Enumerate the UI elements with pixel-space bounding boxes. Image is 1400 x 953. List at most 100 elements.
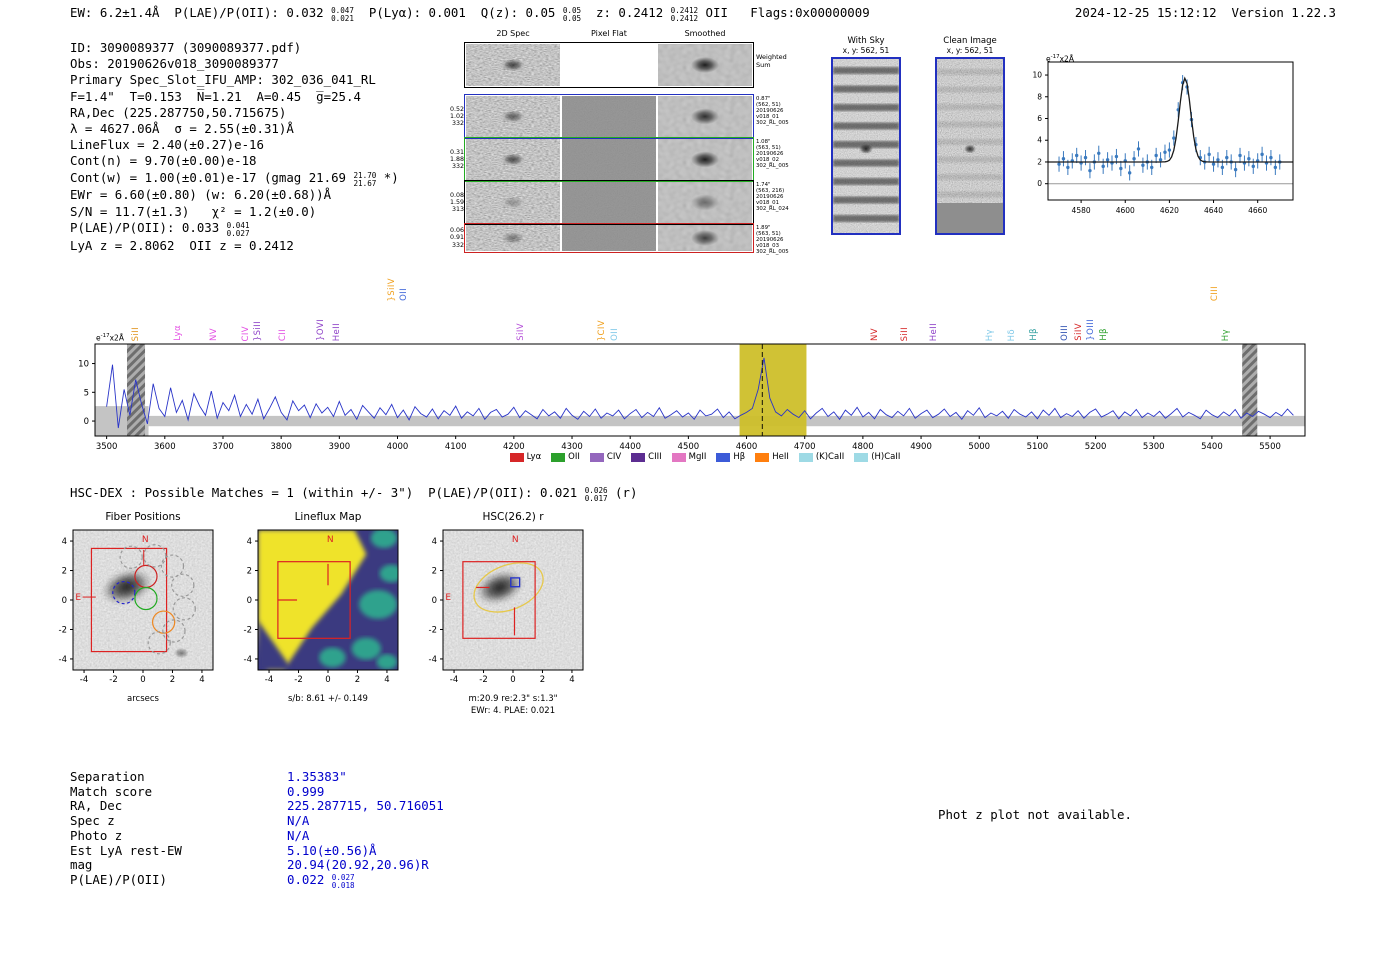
svg-text:6: 6 (1037, 114, 1042, 123)
hsc-cutout-title: HSC(26.2) r (482, 511, 544, 523)
emission-line-label: CIV (241, 325, 252, 341)
match-field-label: Match score (70, 783, 153, 799)
hi-lo-stack: 0.05 0.05 (562, 6, 582, 23)
text-segment: ID: 3090089377 (3090089377.pdf) (70, 40, 302, 55)
legend-swatch (551, 452, 566, 462)
text-segment: 0.999 (287, 783, 325, 799)
emission-line-label: }OVI (315, 319, 326, 341)
hsc-match-summary: HSC-DEX : Possible Matches = 1 (within +… (70, 485, 637, 503)
legend-item: (K)CaII (798, 452, 844, 462)
match-field-value: N/A (287, 813, 310, 829)
text-segment: Obs: 20190626v018_3090089377 (70, 56, 279, 72)
text-segment: N/A (287, 827, 310, 843)
info-line: LineFlux = 2.40(±0.27)e-16 (70, 137, 399, 153)
svg-text:2: 2 (355, 675, 360, 685)
svg-text:0: 0 (247, 596, 252, 606)
svg-text:3700: 3700 (212, 442, 234, 452)
legend-item: Hβ (716, 452, 745, 462)
svg-text:-4: -4 (450, 675, 458, 685)
text-segment: LineFlux = 2.40(±0.27)e-16 (70, 137, 264, 153)
legend-swatch (798, 452, 813, 462)
spec2d-cutout-grid: 2D Spec Pixel Flat Smoothed 0.52 1.02 332 0.87… (445, 28, 825, 258)
svg-text:4: 4 (569, 675, 574, 685)
svg-text:4000: 4000 (387, 442, 409, 452)
cutout-row-annotation: 1.08" (563, 51) 20190626 v018_02 302_RL_005 (756, 139, 789, 170)
lineflux-map-plot: N -4 -4 -2 -2 0 0 2 2 4 4 (244, 529, 399, 685)
svg-text:4640: 4640 (1204, 206, 1223, 215)
emission-line-labels: SiII Lyα NV CIV}SiII CII}OVI HeII}SiIV OII SiIV… (60, 255, 1350, 343)
text-segment: N/A (287, 813, 310, 829)
svg-text:4: 4 (1037, 136, 1042, 145)
svg-text:-2: -2 (479, 675, 487, 685)
svg-text:10: 10 (1032, 71, 1042, 80)
svg-text:0: 0 (140, 675, 145, 685)
svg-text:4600: 4600 (1116, 206, 1135, 215)
info-line: P(LAE)/P(OII): 0.033 0.041 0.027 (70, 220, 399, 238)
svg-text:4: 4 (62, 537, 67, 547)
emission-line-label: OII (399, 288, 410, 301)
emission-line-label: HeII (332, 322, 342, 341)
match-table-row: mag 20.94(20.92,20.96)R (70, 857, 444, 873)
hi-lo-stack: 0.041 0.027 (226, 220, 250, 238)
cutout-row-annotation: 1.89" (563, 51) 20190626 v018_03 302_RL_005 (756, 225, 789, 256)
svg-text:5100: 5100 (1027, 442, 1049, 452)
text-segment: S/N = 11.7(±1.3) χ² = 1.2(±0.0) (70, 203, 317, 219)
legend-item: CIV (589, 452, 621, 462)
cutout-row-border (464, 180, 754, 225)
emission-line-label: }CIV (597, 319, 608, 341)
match-field-label: mag (70, 857, 93, 873)
emission-line-label: SiII (899, 326, 910, 341)
weighted-sum-label: Weighted Sum (756, 53, 787, 69)
text-segment: P(Lyα): 0.001 Q(z): 0.05 (353, 5, 563, 20)
info-line: F=1.4" T=0.153 N̅=1.21 A=0.45 g̅=25.4 (70, 89, 399, 105)
fiber-positions-plot: N E -4 -4 -2 -2 0 0 2 2 4 4 (59, 529, 214, 685)
svg-text:3600: 3600 (154, 442, 176, 452)
match-table-row: Est LyA rest-EW 5.10(±0.56)Å (70, 842, 444, 859)
info-line: ID: 3090089377 (3090089377.pdf) (70, 40, 399, 56)
detection-info: ID: 3090089377 (3090089377.pdf) Obs: 2019… (70, 40, 399, 254)
svg-text:4100: 4100 (445, 442, 467, 452)
svg-text:4500: 4500 (678, 442, 700, 452)
text-segment: HSC-DEX : Possible Matches = 1 (within +… (70, 485, 585, 500)
match-field-value: 5.10(±0.56)Å (287, 843, 377, 859)
cutout-row-border (464, 94, 754, 139)
svg-text:5000: 5000 (968, 442, 990, 452)
match-field-label: Est LyA rest-EW (70, 842, 182, 858)
fiber-positions-xlabel: arcsecs (127, 694, 159, 704)
emission-line-label: OIII (1060, 325, 1071, 341)
match-field-label: RA, Dec (70, 798, 123, 814)
svg-text:4660: 4660 (1248, 206, 1267, 215)
svg-text:2: 2 (62, 567, 67, 577)
cutout-row-stats: 0.08 1.59 313 (449, 191, 464, 214)
svg-text:4700: 4700 (794, 442, 816, 452)
legend-item: HeII (755, 452, 789, 462)
svg-text:10: 10 (78, 360, 89, 370)
svg-text:2: 2 (540, 675, 545, 685)
text-segment: 1.35383" (287, 769, 347, 784)
match-table-row: Match score 0.999 (70, 783, 444, 800)
text-segment: 20.94(20.92,20.96)R (287, 857, 429, 873)
emission-line-label: }SiIV (386, 277, 397, 302)
legend-item: MgII (671, 452, 706, 462)
svg-text:4600: 4600 (736, 442, 758, 452)
svg-text:0: 0 (1037, 179, 1042, 188)
svg-text:0: 0 (510, 675, 515, 685)
svg-text:4: 4 (199, 675, 204, 685)
svg-text:E: E (75, 593, 81, 603)
match-field-label: Separation (70, 769, 145, 784)
svg-text:4900: 4900 (910, 442, 932, 452)
svg-text:4800: 4800 (852, 442, 874, 452)
fiber-positions-title: Fiber Positions (105, 511, 181, 523)
svg-text:-4: -4 (265, 675, 273, 685)
match-field-value: 1.35383" (287, 769, 347, 785)
hi-lo-stack: 21.70 21.67 (353, 170, 377, 188)
match-field-value: 0.999 (287, 783, 325, 800)
withsky-coords: x, y: 562, 51 (842, 46, 890, 55)
svg-text:2: 2 (432, 567, 437, 577)
info-line: RA,Dec (225.287750,50.715675) (70, 105, 399, 121)
text-segment: Cont(w) = 1.00(±0.01)e-17 (gmag 21.69 (70, 169, 354, 185)
legend-item: (H)CaII (854, 452, 900, 462)
emission-line-label: CIII (1210, 285, 1221, 301)
svg-text:0: 0 (432, 596, 437, 606)
match-table: Separation 1.35383" Match score 0.999 RA, De… (70, 769, 444, 890)
